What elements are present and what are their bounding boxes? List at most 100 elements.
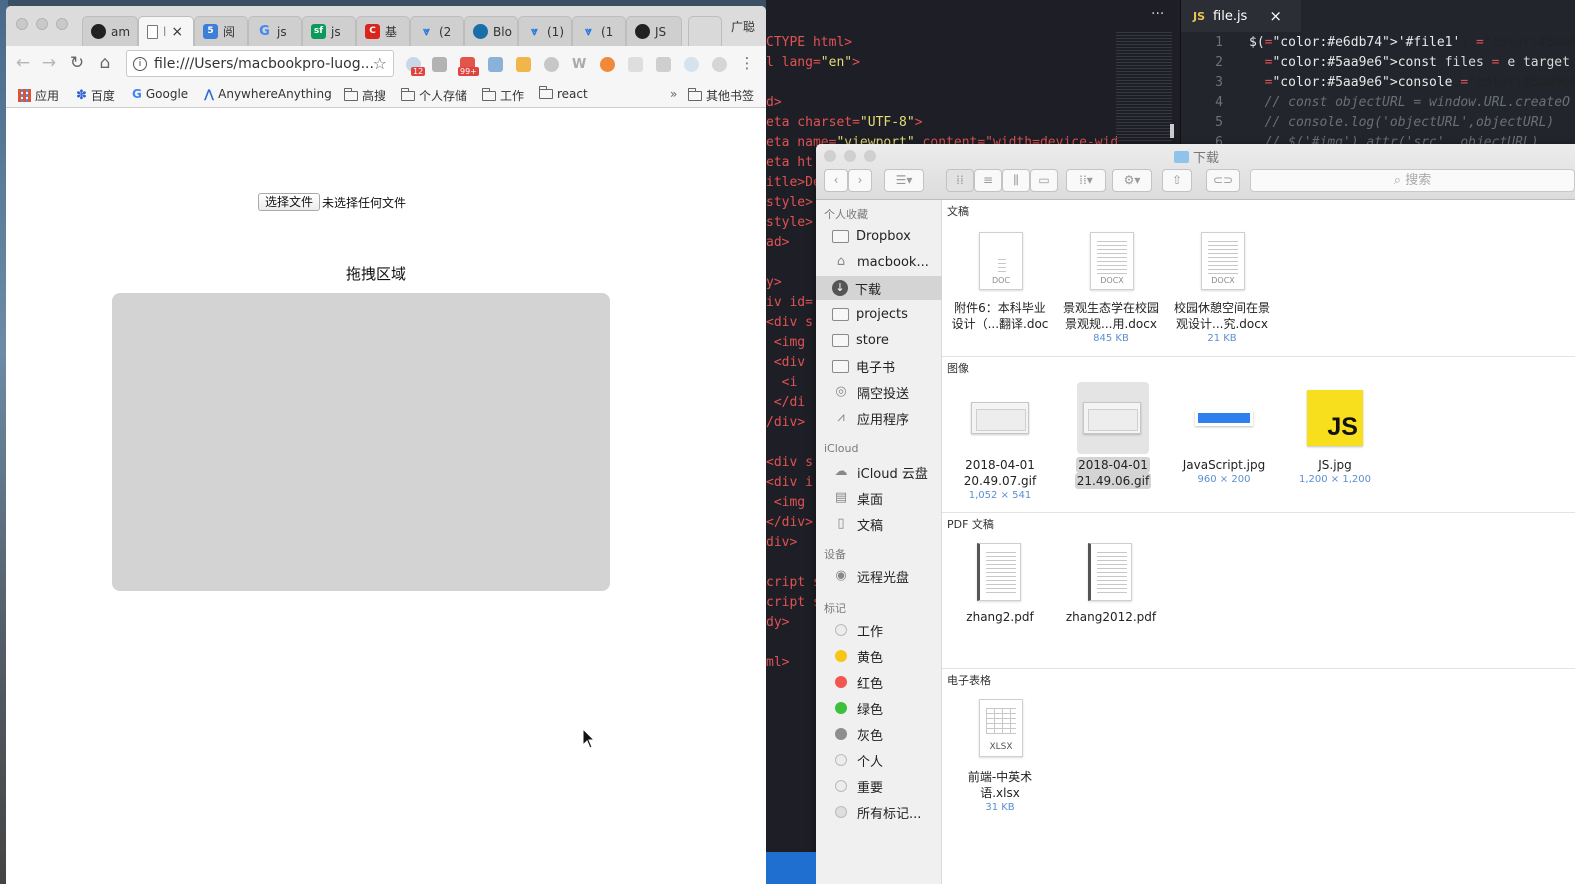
extension-icon[interactable] [712, 57, 727, 72]
file-item[interactable]: zhang2.pdf [950, 609, 1050, 625]
back-button[interactable]: ‹ [824, 169, 848, 192]
word-document-icon[interactable]: DOCX [1090, 232, 1134, 290]
sidebar-item-downloads[interactable]: ↓ 下载 [816, 276, 942, 300]
tab-4[interactable]: Gjs [248, 16, 302, 46]
forward-button[interactable]: › [848, 169, 872, 192]
sidebar-tag-green[interactable]: 绿色 [816, 696, 942, 720]
back-arrow-icon[interactable]: ← [12, 52, 34, 74]
bookmarks-overflow-button[interactable]: » [670, 87, 677, 101]
pocket-icon[interactable] [432, 57, 447, 72]
editor-tab-file-js[interactable]: JS file.js × [1181, 0, 1301, 32]
address-bar[interactable]: i file:///Users/macbookpro-luog... ☆ [126, 50, 394, 77]
zoom-window-button[interactable] [864, 150, 876, 162]
js-image-thumbnail[interactable]: JS [1307, 390, 1363, 446]
file-item-selected[interactable]: 2018-04-0121.49.06.gif [1063, 457, 1163, 489]
other-bookmarks[interactable]: 其他书签 [688, 87, 754, 104]
profile-name[interactable]: 广聪 [731, 18, 755, 35]
sidebar-item-airdrop[interactable]: ◎ 隔空投送 [816, 380, 942, 404]
tab-11[interactable]: JS [626, 16, 682, 46]
bookmark-baidu[interactable]: ✽ 百度 [76, 87, 115, 104]
sidebar-item-store[interactable]: store [816, 328, 942, 352]
close-window-button[interactable] [824, 150, 836, 162]
word-document-icon[interactable]: DOCX [1201, 232, 1245, 290]
search-field[interactable]: ⌕ 搜索 [1250, 169, 1575, 192]
menu-dots-icon[interactable]: ⋮ [736, 52, 758, 74]
editor-minimap[interactable] [1116, 32, 1172, 142]
icon-view-button[interactable]: ⁞⁞ [946, 169, 974, 192]
bookmark-folder[interactable]: 个人存储 [401, 87, 467, 104]
arrange-button[interactable]: ☰▾ [884, 169, 924, 192]
minimize-window-button[interactable] [36, 18, 48, 30]
word-document-icon[interactable]: DOC [979, 232, 1023, 290]
forward-arrow-icon[interactable]: → [38, 52, 60, 74]
close-window-button[interactable] [16, 18, 28, 30]
file-item[interactable]: 校园休憩空间在景 观设计...究.docx 21 KB [1172, 300, 1272, 346]
sidebar-tag-important[interactable]: 重要 [816, 774, 942, 798]
sidebar-item-projects[interactable]: projects [816, 302, 942, 326]
sidebar-item-desktop[interactable]: ▤ 桌面 [816, 486, 942, 510]
list-view-button[interactable]: ≡ [974, 169, 1002, 192]
drop-zone[interactable] [112, 293, 610, 591]
tab-10[interactable]: ⩔ (1 [572, 16, 626, 46]
extension-icon[interactable] [628, 57, 643, 72]
cover-flow-button[interactable]: ▭ [1030, 169, 1058, 192]
file-item[interactable]: 附件6：本科毕业 设计（...翻译.doc [950, 300, 1050, 332]
opera-icon[interactable] [600, 57, 615, 72]
sidebar-item-icloud-drive[interactable]: ☁ iCloud 云盘 [816, 460, 942, 484]
bookmark-folder[interactable]: 高搜 [344, 87, 386, 104]
file-item[interactable]: 2018-04-01 20.49.07.gif 1,052 × 541 [950, 457, 1050, 503]
gif-image-icon[interactable] [971, 402, 1029, 434]
cloud-icon[interactable] [684, 57, 699, 72]
choose-file-button[interactable]: 选择文件 [258, 193, 321, 211]
extension-icon[interactable] [656, 57, 671, 72]
tab-3[interactable]: 5阅 [194, 16, 248, 46]
share-icon[interactable]: ⇧ [1162, 169, 1192, 192]
sidebar-tag-gray[interactable]: 灰色 [816, 722, 942, 746]
zoom-window-button[interactable] [56, 18, 68, 30]
sidebar-item-home[interactable]: ⌂ macbook... [816, 250, 942, 274]
new-tab-button[interactable] [688, 16, 722, 46]
star-icon[interactable]: ☆ [373, 54, 387, 73]
reload-icon[interactable]: ↻ [66, 52, 88, 74]
bookmark-apps[interactable]: 应用 [18, 87, 59, 104]
sidebar-tag-all[interactable]: 所有标记... [816, 800, 942, 824]
sidebar-item-remote-disc[interactable]: ◉ 远程光盘 [816, 564, 942, 588]
sidebar-tag-work[interactable]: 工作 [816, 618, 942, 642]
more-icon[interactable]: ··· [1151, 6, 1164, 22]
sidebar-tag-yellow[interactable]: 黄色 [816, 644, 942, 668]
sidebar-item-documents[interactable]: ▯ 文稿 [816, 512, 942, 536]
javascript-image-thumbnail[interactable] [1195, 410, 1253, 426]
action-gear-icon[interactable]: ⚙▾ [1112, 169, 1152, 192]
file-item[interactable]: zhang2012.pdf [1061, 609, 1161, 625]
file-item[interactable]: 前端-中英术 语.xlsx 31 KB [950, 769, 1050, 815]
minimize-window-button[interactable] [844, 150, 856, 162]
close-tab-icon[interactable]: × [1269, 7, 1282, 25]
column-view-button[interactable]: ⫼ [1002, 169, 1030, 192]
pdf-document-icon[interactable] [1088, 543, 1132, 601]
sidebar-item-applications[interactable]: ⩘ 应用程序 [816, 406, 942, 430]
file-item[interactable]: 景观生态学在校园 景观规...用.docx 845 KB [1061, 300, 1161, 346]
wikipedia-icon[interactable]: W [572, 57, 587, 72]
editor-scrollbar[interactable] [1170, 124, 1174, 138]
home-icon[interactable]: ⌂ [94, 52, 116, 74]
sidebar-item-dropbox[interactable]: Dropbox [816, 224, 942, 248]
tab-9[interactable]: ⩔ (1) [518, 16, 572, 46]
tag-icon[interactable]: ⊂⊃ [1206, 169, 1240, 192]
sidebar-tag-personal[interactable]: 个人 [816, 748, 942, 772]
close-tab-icon[interactable]: × [171, 24, 183, 40]
bookmark-folder[interactable]: 工作 [482, 87, 524, 104]
sidebar-item-ebooks[interactable]: 电子书 [816, 354, 942, 378]
bookmark-folder[interactable]: react [539, 86, 588, 101]
file-item[interactable]: JS.jpg 1,200 × 1,200 [1285, 457, 1385, 487]
gif-image-icon[interactable] [1083, 402, 1141, 434]
group-button[interactable]: ⁞⁞▾ [1066, 169, 1106, 192]
tab-2-active[interactable]: l × [138, 16, 194, 46]
bookmark-anywhereanything[interactable]: ⋀ AnywhereAnything [204, 87, 332, 101]
sidebar-tag-red[interactable]: 红色 [816, 670, 942, 694]
tab-5[interactable]: sf js [302, 16, 356, 46]
excel-document-icon[interactable]: XLSX [979, 699, 1023, 757]
pdf-document-icon[interactable] [977, 543, 1021, 601]
tab-6[interactable]: C基 [356, 16, 410, 46]
tab-7[interactable]: ⩔ (2 [410, 16, 464, 46]
address-text[interactable]: file:///Users/macbookpro-luog... [154, 56, 374, 72]
